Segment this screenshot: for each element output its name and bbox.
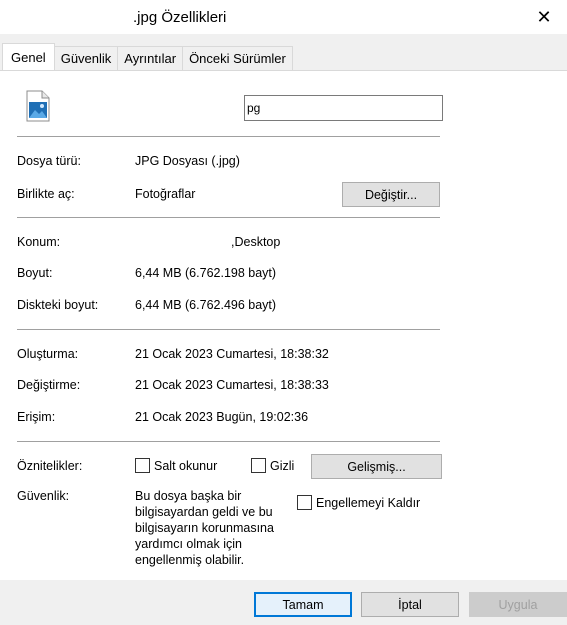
unblock-checkbox-box[interactable] xyxy=(297,495,312,510)
cancel-button[interactable]: İptal xyxy=(361,592,459,617)
divider xyxy=(17,217,440,218)
unblock-checkbox[interactable]: Engellemeyi Kaldır xyxy=(297,495,420,510)
change-button[interactable]: Değiştir... xyxy=(342,182,440,207)
size-label: Boyut: xyxy=(17,266,53,280)
file-type-value: JPG Dosyası (.jpg) xyxy=(135,154,240,168)
title-bar: .jpg Özellikleri ✕ xyxy=(0,0,567,34)
general-panel: Dosya türü: JPG Dosyası (.jpg) Birlikte … xyxy=(0,70,567,580)
advanced-button[interactable]: Gelişmiş... xyxy=(311,454,442,479)
image-file-icon xyxy=(26,90,50,122)
divider xyxy=(17,329,440,330)
created-label: Oluşturma: xyxy=(17,347,79,361)
readonly-checkbox[interactable]: Salt okunur xyxy=(135,458,217,473)
file-type-label: Dosya türü: xyxy=(17,154,81,168)
close-button[interactable]: ✕ xyxy=(521,0,567,34)
tab-security[interactable]: Güvenlik xyxy=(53,46,119,70)
tab-details[interactable]: Ayrıntılar xyxy=(117,46,184,70)
modified-label: Değiştirme: xyxy=(17,378,81,392)
location-value: ,Desktop xyxy=(231,235,281,249)
created-value: 21 Ocak 2023 Cumartesi, 18:38:32 xyxy=(135,347,329,361)
tab-general[interactable]: Genel xyxy=(2,43,55,70)
opens-with-value: Fotoğraflar xyxy=(135,187,196,201)
opens-with-label: Birlikte aç: xyxy=(17,187,75,201)
size-on-disk-label: Diskteki boyut: xyxy=(17,298,99,312)
hidden-checkbox-label: Gizli xyxy=(270,458,295,473)
security-warning-text: Bu dosya başka bir bilgisayardan geldi v… xyxy=(135,489,274,567)
window-title: .jpg Özellikleri xyxy=(133,9,227,26)
apply-button[interactable]: Uygula xyxy=(469,592,567,617)
accessed-value: 21 Ocak 2023 Bugün, 19:02:36 xyxy=(135,410,309,424)
unblock-checkbox-label: Engellemeyi Kaldır xyxy=(316,495,421,510)
size-on-disk-value: 6,44 MB (6.762.496 bayt) xyxy=(135,298,277,312)
ok-button[interactable]: Tamam xyxy=(254,592,352,617)
readonly-checkbox-label: Salt okunur xyxy=(154,458,218,473)
tab-previous-versions[interactable]: Önceki Sürümler xyxy=(182,46,293,70)
attributes-label: Öznitelikler: xyxy=(17,459,83,473)
size-value: 6,44 MB (6.762.198 bayt) xyxy=(135,266,277,280)
hidden-checkbox-box[interactable] xyxy=(251,458,266,473)
divider xyxy=(17,441,440,442)
location-label: Konum: xyxy=(17,235,61,249)
readonly-checkbox-box[interactable] xyxy=(135,458,150,473)
tab-strip: Genel Güvenlik Ayrıntılar Önceki Sürümle… xyxy=(2,43,293,70)
modified-value: 21 Ocak 2023 Cumartesi, 18:38:33 xyxy=(135,378,329,392)
divider xyxy=(17,136,440,137)
file-name-input[interactable] xyxy=(244,95,443,121)
close-icon: ✕ xyxy=(536,6,552,27)
accessed-label: Erişim: xyxy=(17,410,56,424)
hidden-checkbox[interactable]: Gizli xyxy=(251,458,294,473)
security-label: Güvenlik: xyxy=(17,489,70,503)
